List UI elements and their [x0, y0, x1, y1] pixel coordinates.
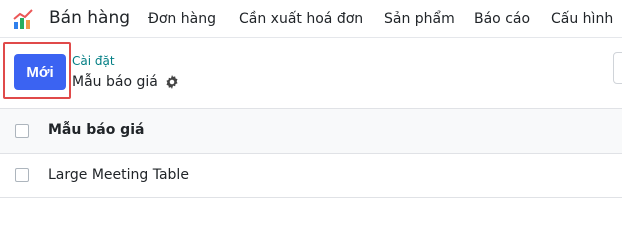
top-navbar: Bán hàng Đơn hàng Cần xuất hoá đơn Sản p…: [0, 0, 622, 38]
column-header-quotation-template[interactable]: Mẫu báo giá: [48, 122, 144, 138]
menu-item-reporting[interactable]: Báo cáo: [474, 11, 530, 27]
page-title: Mẫu báo giá: [72, 74, 158, 90]
menu-item-orders[interactable]: Đơn hàng: [148, 11, 216, 27]
menu-item-configuration[interactable]: Cấu hình: [551, 11, 613, 27]
search-input[interactable]: [613, 52, 622, 84]
app-name[interactable]: Bán hàng: [49, 8, 130, 28]
list-table: Mẫu báo giá Large Meeting Table: [0, 108, 622, 198]
control-panel: Mới Cài đặt Mẫu báo giá: [0, 38, 622, 108]
empty-list-area: [0, 198, 622, 251]
menu-item-products[interactable]: Sản phẩm: [384, 11, 455, 27]
new-button[interactable]: Mới: [14, 54, 66, 90]
gear-icon[interactable]: [165, 75, 179, 89]
breadcrumb-settings[interactable]: Cài đặt: [72, 54, 115, 68]
sales-app-icon[interactable]: [12, 8, 36, 30]
row-template-name[interactable]: Large Meeting Table: [48, 167, 189, 183]
menu-item-to-invoice[interactable]: Cần xuất hoá đơn: [239, 11, 363, 27]
row-checkbox[interactable]: [15, 168, 29, 182]
table-header: Mẫu báo giá: [0, 108, 622, 154]
select-all-checkbox[interactable]: [15, 124, 29, 138]
table-row[interactable]: Large Meeting Table: [0, 154, 622, 198]
